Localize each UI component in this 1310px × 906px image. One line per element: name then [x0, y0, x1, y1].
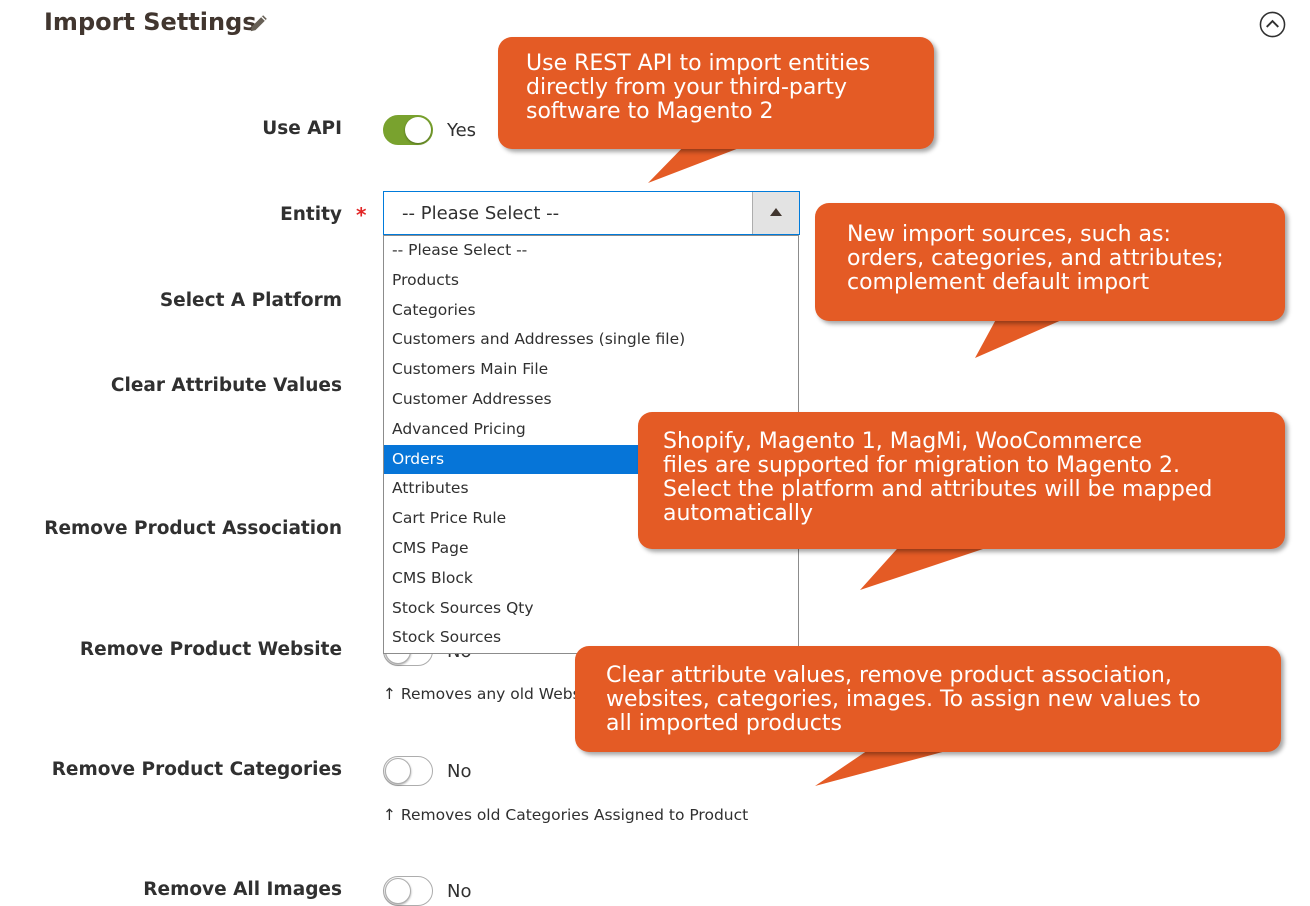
- callout-rest-api-text: Use REST API to import entities directly…: [526, 51, 871, 124]
- callout-clear-values-text: Clear attribute values, remove product a…: [606, 663, 1201, 736]
- callout-rest-api: Use REST API to import entities directly…: [498, 37, 934, 149]
- callout-new-sources-text: New import sources, such as: orders, cat…: [847, 222, 1224, 295]
- callout-new-sources: New import sources, such as: orders, cat…: [815, 203, 1285, 321]
- callout-platforms-text: Shopify, Magento 1, MagMi, WooCommerce f…: [663, 429, 1213, 526]
- callout-platforms: Shopify, Magento 1, MagMi, WooCommerce f…: [638, 412, 1285, 549]
- callout-clear-values: Clear attribute values, remove product a…: [575, 646, 1281, 752]
